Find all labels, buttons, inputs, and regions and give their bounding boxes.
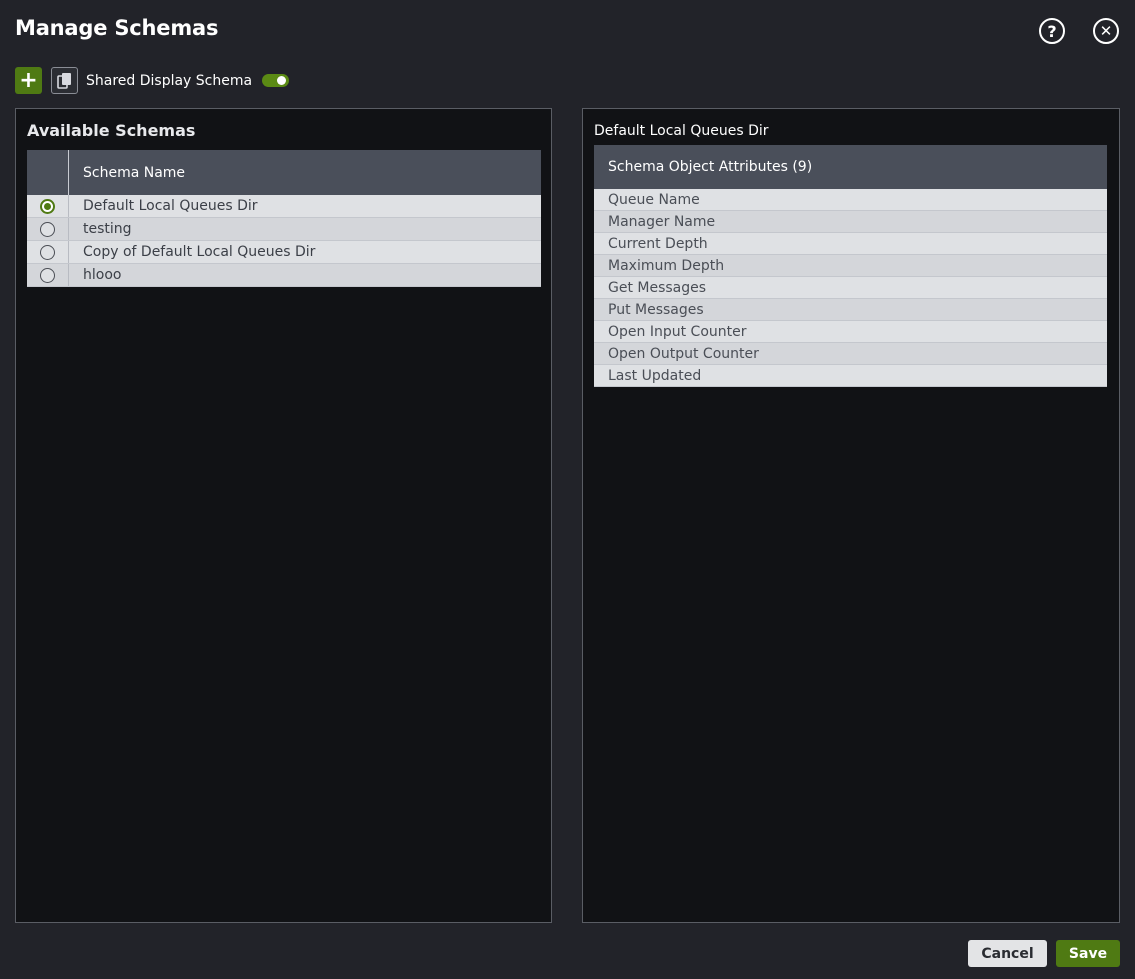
attribute-row[interactable]: Manager Name [594,211,1107,233]
attributes-table: Schema Object Attributes (9) Queue Name … [594,145,1107,387]
schema-name-cell: Default Local Queues Dir [83,198,258,214]
schema-name-cell: Copy of Default Local Queues Dir [83,244,316,260]
schema-radio[interactable] [40,221,55,237]
schemas-table: Schema Name Default Local Queues Dir tes… [27,150,541,287]
shared-display-schema-label: Shared Display Schema [86,72,253,89]
selected-schema-title: Default Local Queues Dir [594,123,769,139]
available-schemas-panel: Available Schemas Schema Name Default Lo… [15,108,552,923]
available-schemas-title: Available Schemas [27,121,196,140]
schema-row[interactable]: Copy of Default Local Queues Dir [27,241,541,264]
select-cell [27,241,69,263]
add-schema-button[interactable]: + [15,67,42,94]
plus-icon: + [19,67,38,93]
attribute-row[interactable]: Open Output Counter [594,343,1107,365]
help-icon[interactable]: ? [1039,18,1065,44]
select-column-header [27,150,69,195]
shared-display-schema-toggle[interactable] [262,74,290,87]
attribute-row[interactable]: Current Depth [594,233,1107,255]
dialog-title: Manage Schemas [15,16,219,40]
attribute-row[interactable]: Open Input Counter [594,321,1107,343]
attribute-row[interactable]: Put Messages [594,299,1107,321]
close-icon[interactable]: ✕ [1093,18,1119,44]
copy-schema-button[interactable] [51,67,78,94]
schema-row[interactable]: testing [27,218,541,241]
select-cell [27,195,69,217]
attributes-table-header[interactable]: Schema Object Attributes (9) [594,145,1107,189]
schema-details-panel: Default Local Queues Dir Schema Object A… [582,108,1120,923]
copy-icon [56,72,71,89]
schema-radio[interactable] [40,244,55,260]
attribute-row[interactable]: Queue Name [594,189,1107,211]
cancel-button[interactable]: Cancel [968,940,1047,967]
schema-name-cell: hlooo [83,267,122,283]
select-cell [27,218,69,240]
attribute-row[interactable]: Last Updated [594,365,1107,387]
schema-radio[interactable] [40,198,55,214]
schema-row[interactable]: hlooo [27,264,541,287]
schema-row[interactable]: Default Local Queues Dir [27,195,541,218]
schema-name-cell: testing [83,221,132,237]
toolbar: + Shared Display Schema [15,67,290,94]
schema-name-column-header[interactable]: Schema Name [69,165,185,181]
save-button[interactable]: Save [1056,940,1120,967]
schemas-table-header: Schema Name [27,150,541,195]
attribute-row[interactable]: Maximum Depth [594,255,1107,277]
schema-radio[interactable] [40,267,55,283]
select-cell [27,264,69,286]
attribute-row[interactable]: Get Messages [594,277,1107,299]
toggle-knob [277,76,287,85]
